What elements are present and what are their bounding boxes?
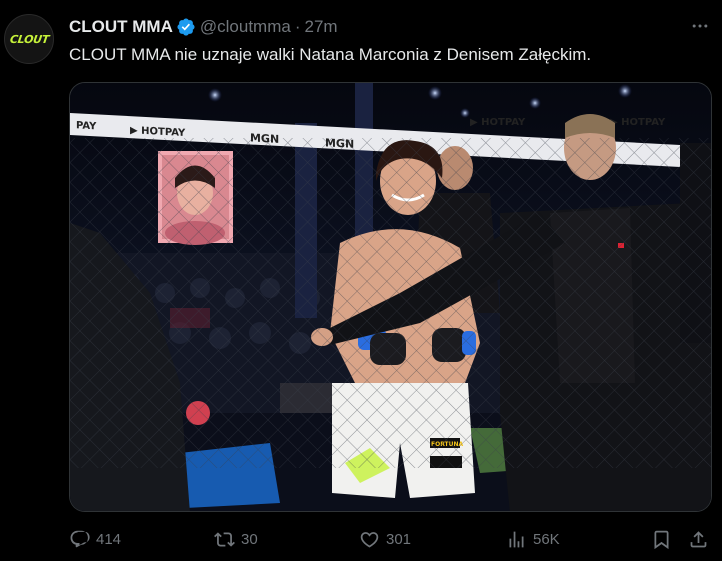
tweet-card[interactable]: CLOUT CLOUT MMA @cloutmma · 27m CLOUT MM… — [0, 0, 722, 561]
bookmark-icon — [654, 530, 669, 549]
reply-icon — [70, 530, 90, 547]
like-count: 301 — [386, 530, 412, 548]
avatar[interactable]: CLOUT — [4, 14, 54, 64]
retweet-count: 30 — [241, 530, 258, 548]
verified-badge-icon — [176, 17, 196, 37]
fight-photo-illustration: PAY ▶ HOTPAY MGN MGN ▶ HOTPAY ▶ HOTPAY — [70, 83, 711, 511]
like-button[interactable]: 301 — [359, 526, 411, 552]
tweet-photo[interactable]: PAY ▶ HOTPAY MGN MGN ▶ HOTPAY ▶ HOTPAY — [69, 82, 712, 512]
tweet-text: CLOUT MMA nie uznaje walki Natana Marcon… — [69, 45, 592, 64]
separator-dot: · — [294, 17, 301, 36]
views-button[interactable]: 56K — [506, 526, 560, 552]
timestamp[interactable]: 27m — [305, 17, 338, 37]
svg-text:PAY: PAY — [76, 120, 97, 132]
reply-button[interactable]: 414 — [69, 526, 121, 552]
share-icon — [690, 530, 707, 547]
retweet-icon — [214, 531, 235, 547]
svg-text:▶ HOTPAY: ▶ HOTPAY — [610, 117, 666, 128]
display-name[interactable]: CLOUT MMA — [69, 17, 173, 37]
avatar-logo-text: CLOUT — [8, 32, 50, 46]
retweet-button[interactable]: 30 — [214, 526, 258, 552]
reply-count: 414 — [96, 530, 122, 548]
more-dots-icon — [692, 24, 708, 28]
share-button[interactable] — [688, 526, 709, 552]
handle[interactable]: @cloutmma — [200, 17, 291, 37]
heart-icon — [360, 531, 379, 548]
bookmark-button[interactable] — [651, 526, 672, 552]
views-chart-icon — [509, 531, 524, 547]
svg-text:▶ HOTPAY: ▶ HOTPAY — [470, 117, 526, 128]
more-options-button[interactable] — [688, 14, 712, 38]
tweet-actions: 414 30 301 56K — [69, 526, 714, 552]
views-count: 56K — [533, 530, 560, 548]
tweet-header: CLOUT MMA @cloutmma · 27m — [69, 16, 682, 38]
